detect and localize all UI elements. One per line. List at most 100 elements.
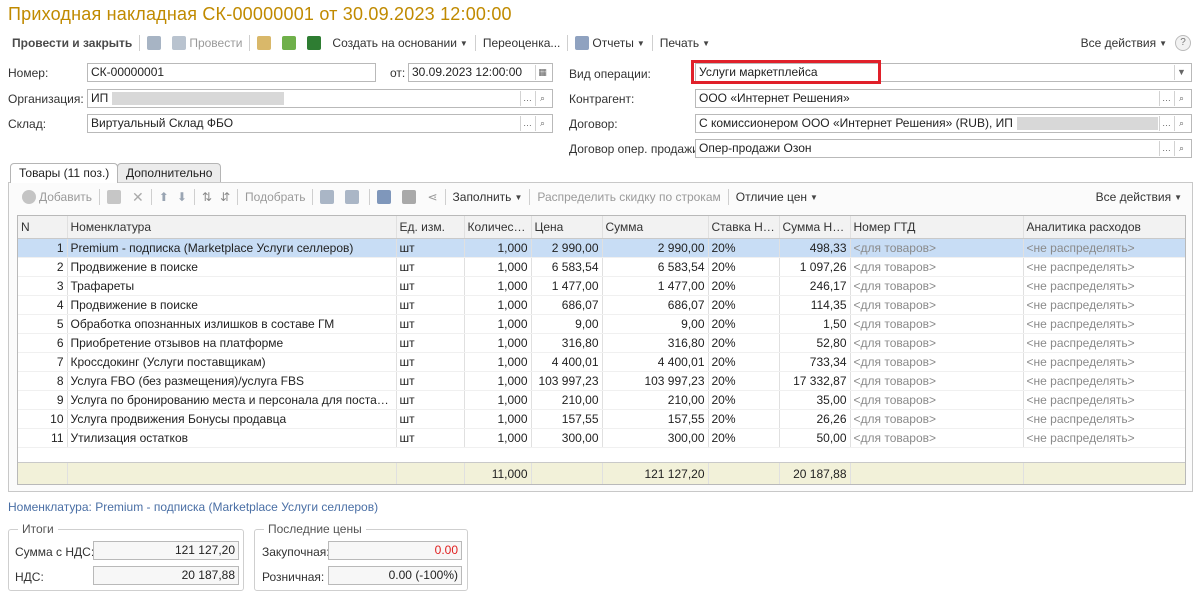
cell-unit[interactable]: шт — [396, 257, 465, 277]
cell-nomenclature[interactable]: Приобретение отзывов на платформе — [67, 333, 397, 353]
cell-sum[interactable]: 686,07 — [602, 295, 709, 315]
cell-price[interactable]: 210,00 — [531, 390, 603, 410]
cell-nomenclature[interactable]: Трафареты — [67, 276, 397, 296]
cell-gtd[interactable]: <для товаров> — [850, 409, 1024, 429]
cell-price[interactable]: 686,07 — [531, 295, 603, 315]
header-col-sum[interactable]: Сумма — [602, 216, 709, 239]
cell-analytics[interactable]: <не распределять> — [1023, 295, 1185, 315]
table-row[interactable]: 3 Трафареты шт 1,000 1 477,00 1 477,00 20% 246,… — [18, 276, 1185, 296]
tab-goods[interactable]: Товары (11 поз.) — [10, 163, 119, 183]
cell-vat-sum[interactable]: 246,17 — [779, 276, 851, 296]
cell-gtd[interactable]: <для товаров> — [850, 428, 1024, 448]
cell-n[interactable]: 6 — [18, 333, 68, 353]
sort-asc-button[interactable]: ⇅ — [198, 187, 216, 207]
copy-row-button[interactable] — [103, 187, 128, 207]
sales-contract-field[interactable]: Опер-продажи Озон … ⌕ — [695, 139, 1192, 158]
cell-price[interactable]: 1 477,00 — [531, 276, 603, 296]
cell-vat-sum[interactable]: 1 097,26 — [779, 257, 851, 277]
table-row[interactable]: 1 Premium - подписка (Marketplace Услуги … — [18, 238, 1185, 258]
cell-analytics[interactable]: <не распределять> — [1023, 371, 1185, 391]
cell-price[interactable]: 103 997,23 — [531, 371, 603, 391]
reports-button[interactable]: Отчеты ▼ — [571, 33, 648, 53]
cell-vat-sum[interactable]: 50,00 — [779, 428, 851, 448]
organization-field[interactable]: ИП … ⌕ — [87, 89, 553, 108]
cell-quantity[interactable]: 1,000 — [464, 428, 532, 448]
cell-unit[interactable]: шт — [396, 371, 465, 391]
cell-vat-sum[interactable]: 17 332,87 — [779, 371, 851, 391]
copy-button[interactable] — [316, 187, 341, 207]
cell-quantity[interactable]: 1,000 — [464, 257, 532, 277]
cell-vat-rate[interactable]: 20% — [708, 314, 780, 334]
cell-sum[interactable]: 6 583,54 — [602, 257, 709, 277]
cell-vat-sum[interactable]: 733,34 — [779, 352, 851, 372]
contract-field[interactable]: С комиссионером ООО «Интернет Решения» (… — [695, 114, 1192, 133]
cell-unit[interactable]: шт — [396, 428, 465, 448]
select-dots-icon[interactable]: … — [1159, 91, 1173, 106]
table-row[interactable]: 2 Продвижение в поиске шт 1,000 6 583,54 6 58… — [18, 257, 1185, 277]
pick-button[interactable]: Подобрать — [241, 187, 309, 207]
cell-quantity[interactable]: 1,000 — [464, 295, 532, 315]
cell-vat-sum[interactable]: 114,35 — [779, 295, 851, 315]
cell-n[interactable]: 1 — [18, 238, 68, 258]
cell-unit[interactable]: шт — [396, 238, 465, 258]
header-col-price[interactable]: Цена — [531, 216, 603, 239]
cell-price[interactable]: 4 400,01 — [531, 352, 603, 372]
cell-quantity[interactable]: 1,000 — [464, 352, 532, 372]
cell-n[interactable]: 9 — [18, 390, 68, 410]
header-col-vat-rate[interactable]: Ставка НДС — [708, 216, 780, 239]
cell-vat-rate[interactable]: 20% — [708, 276, 780, 296]
create-based-on-button[interactable]: Создать на основании ▼ — [328, 33, 471, 53]
date-field[interactable]: 30.09.2023 12:00:00 ▦ — [408, 63, 553, 82]
cell-gtd[interactable]: <для товаров> — [850, 371, 1024, 391]
cell-sum[interactable]: 2 990,00 — [602, 238, 709, 258]
cell-quantity[interactable]: 1,000 — [464, 390, 532, 410]
sort-desc-button[interactable]: ⇵ — [216, 187, 234, 207]
cell-analytics[interactable]: <не распределять> — [1023, 409, 1185, 429]
search-icon[interactable]: ⌕ — [1174, 91, 1188, 106]
search-icon[interactable]: ⌕ — [1174, 141, 1188, 156]
cell-analytics[interactable]: <не распределять> — [1023, 390, 1185, 410]
cell-sum[interactable]: 300,00 — [602, 428, 709, 448]
add-row-button[interactable]: Добавить — [18, 187, 96, 207]
cell-quantity[interactable]: 1,000 — [464, 371, 532, 391]
cell-n[interactable]: 7 — [18, 352, 68, 372]
cell-vat-sum[interactable]: 498,33 — [779, 238, 851, 258]
cell-gtd[interactable]: <для товаров> — [850, 352, 1024, 372]
cell-price[interactable]: 300,00 — [531, 428, 603, 448]
cell-sum[interactable]: 4 400,01 — [602, 352, 709, 372]
cell-nomenclature[interactable]: Услуга продвижения Бонусы продавца — [67, 409, 397, 429]
cell-unit[interactable]: шт — [396, 352, 465, 372]
clipboard-button[interactable] — [253, 33, 278, 53]
unload-button[interactable] — [398, 187, 423, 207]
cell-analytics[interactable]: <не распределять> — [1023, 257, 1185, 277]
cell-quantity[interactable]: 1,000 — [464, 276, 532, 296]
cell-unit[interactable]: шт — [396, 333, 465, 353]
cell-nomenclature[interactable]: Продвижение в поиске — [67, 295, 397, 315]
print-button[interactable]: Печать ▼ — [656, 33, 714, 53]
share-button[interactable]: ⋖ — [423, 187, 441, 207]
table-row[interactable]: 5 Обработка опознанных излишков в составе… — [18, 314, 1185, 334]
cell-analytics[interactable]: <не распределять> — [1023, 333, 1185, 353]
cell-sum[interactable]: 316,80 — [602, 333, 709, 353]
table-row[interactable]: 11 Утилизация остатков шт 1,000 300,00 300,00… — [18, 428, 1185, 448]
table-row[interactable]: 4 Продвижение в поиске шт 1,000 686,07 686,07… — [18, 295, 1185, 315]
cell-gtd[interactable]: <для товаров> — [850, 238, 1024, 258]
cell-quantity[interactable]: 1,000 — [464, 238, 532, 258]
post-button[interactable]: Провести — [168, 33, 246, 53]
table-row[interactable]: 7 Кроссдокинг (Услуги поставщикам) шт 1,000… — [18, 352, 1185, 372]
header-col-gtd[interactable]: Номер ГТД — [850, 216, 1024, 239]
post-and-close-button[interactable]: Провести и закрыть — [8, 33, 136, 53]
cell-vat-rate[interactable]: 20% — [708, 371, 780, 391]
header-col-analytics[interactable]: Аналитика расходов — [1023, 216, 1185, 239]
warehouse-field[interactable]: Виртуальный Склад ФБО … ⌕ — [87, 114, 553, 133]
cell-n[interactable]: 8 — [18, 371, 68, 391]
cell-gtd[interactable]: <для товаров> — [850, 333, 1024, 353]
cell-unit[interactable]: шт — [396, 409, 465, 429]
cell-n[interactable]: 3 — [18, 276, 68, 296]
search-icon[interactable]: ⌕ — [1174, 116, 1188, 131]
delete-row-button[interactable]: ✕ — [128, 187, 148, 207]
cell-price[interactable]: 316,80 — [531, 333, 603, 353]
cell-n[interactable]: 11 — [18, 428, 68, 448]
cell-sum[interactable]: 9,00 — [602, 314, 709, 334]
cell-gtd[interactable]: <для товаров> — [850, 314, 1024, 334]
